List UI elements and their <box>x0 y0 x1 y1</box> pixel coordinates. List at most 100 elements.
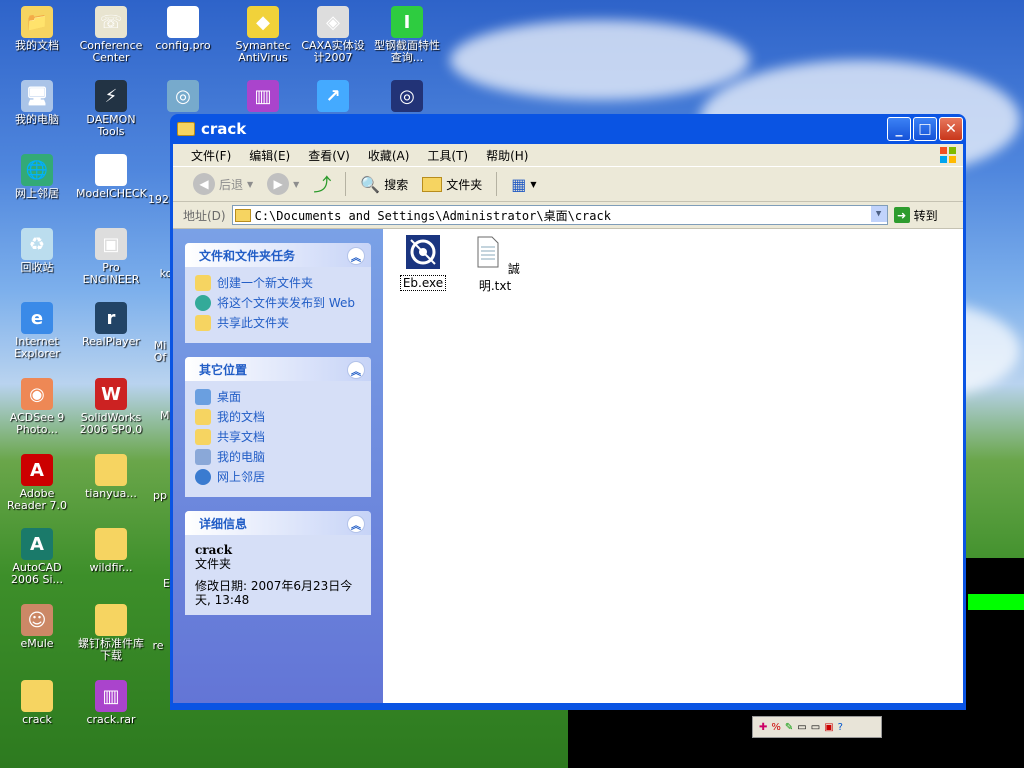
app-icon: ◉ <box>21 378 53 410</box>
desktop-icon-4[interactable]: ◈ CAXA实体设计2007 <box>298 6 368 64</box>
globe-icon <box>195 295 211 311</box>
desktop-icon-label: tianyua... <box>85 487 137 500</box>
desktop-icon-17[interactable]: r RealPlayer <box>76 302 146 348</box>
collapse-icon[interactable]: ︽ <box>347 247 365 265</box>
help-icon[interactable]: ? <box>838 722 843 733</box>
tool-icon[interactable]: ✚ <box>759 722 767 733</box>
go-button[interactable]: ➜ 转到 <box>893 207 938 224</box>
file-item[interactable]: 誠明.txt <box>459 235 531 294</box>
desktop-partial-label-text: pp <box>153 489 167 502</box>
desktop-icon-6[interactable]: 🖥 我的电脑 <box>2 80 72 126</box>
folders-button[interactable]: 文件夹 <box>418 171 486 197</box>
app-icon: I <box>391 6 423 38</box>
title-bar[interactable]: crack _ □ ✕ <box>173 114 963 144</box>
desktop-icon-23[interactable]: wildfir... <box>76 528 146 574</box>
place-shared-documents[interactable]: 共享文档 <box>195 429 361 445</box>
desktop-icon-11[interactable]: ◎ <box>372 80 442 114</box>
collapse-icon[interactable]: ︽ <box>347 361 365 379</box>
desktop-icon-label: DAEMON Tools <box>86 113 136 138</box>
menu-edit[interactable]: 编辑(E) <box>249 147 290 164</box>
maximize-button[interactable]: □ <box>913 117 937 141</box>
window-title: crack <box>201 120 247 138</box>
desktop-icon-24[interactable]: ☺ eMule <box>2 604 72 650</box>
desktop-icon-22[interactable]: A AutoCAD 2006 Si... <box>2 528 72 586</box>
desktop-icon-18[interactable]: ◉ ACDSee 9 Photo... <box>2 378 72 436</box>
desktop-partial-label-text: re <box>152 639 164 652</box>
new-folder-link[interactable]: 创建一个新文件夹 <box>195 275 361 291</box>
explorer-window[interactable]: crack _ □ ✕ 文件(F) 编辑(E) 查看(V) 收藏(A) 工具(T… <box>170 114 966 710</box>
desktop-icon-label: SolidWorks 2006 SP0.0 <box>79 411 143 436</box>
tool-icon[interactable]: ▣ <box>824 722 833 733</box>
desktop-icon-label: 螺钉标准件库下载 <box>78 637 144 662</box>
views-button[interactable]: ▦ ▼ <box>507 171 540 197</box>
publish-web-link[interactable]: 将这个文件夹发布到 Web <box>195 295 361 311</box>
forward-arrow-icon: ▶ <box>267 173 290 195</box>
collapse-icon[interactable]: ︽ <box>347 515 365 533</box>
desktop-partial-label: 192 <box>148 194 169 206</box>
minimize-button[interactable]: _ <box>887 117 911 141</box>
desktop-icon-20[interactable]: A Adobe Reader 7.0 <box>2 454 72 512</box>
desktop-icon-label: Symantec AntiVirus <box>235 39 291 64</box>
share-folder-link[interactable]: 共享此文件夹 <box>195 315 361 331</box>
desktop-icon-7[interactable]: ⚡ DAEMON Tools <box>76 80 146 138</box>
close-button[interactable]: ✕ <box>939 117 963 141</box>
desktop-icon-9[interactable]: ▥ <box>228 80 298 114</box>
desktop-icon-26[interactable]: crack <box>2 680 72 726</box>
file-name: Eb.exe <box>399 275 447 291</box>
desktop-icon-21[interactable]: tianyua... <box>76 454 146 500</box>
app-icon: ↗ <box>317 80 349 112</box>
file-item[interactable]: Eb.exe <box>387 235 459 291</box>
file-list[interactable]: Eb.exe 誠明.txt <box>383 229 963 703</box>
chevron-down-icon[interactable]: ▼ <box>293 180 299 189</box>
up-folder-button[interactable]: ⤴ <box>309 171 335 197</box>
desktop-icon-label: CAXA实体设计2007 <box>301 39 365 64</box>
forward-button[interactable]: ▶ ▼ <box>263 171 303 197</box>
desktop-icon-5[interactable]: I 型钢截面特性查询... <box>372 6 442 64</box>
tool-icon[interactable]: ▭ <box>797 722 806 733</box>
menu-help[interactable]: 帮助(H) <box>486 147 528 164</box>
desktop-icon-19[interactable]: W SolidWorks 2006 SP0.0 <box>76 378 146 436</box>
menu-favorites[interactable]: 收藏(A) <box>368 147 410 164</box>
desktop-icon-15[interactable]: ▣ Pro ENGINEER <box>76 228 146 286</box>
place-desktop[interactable]: 桌面 <box>195 389 361 405</box>
tool-icon[interactable]: % <box>771 722 781 733</box>
desktop-icon-25[interactable]: 螺钉标准件库下载 <box>76 604 146 662</box>
desktop-icon-label: ACDSee 9 Photo... <box>9 411 65 436</box>
desktop-icon-10[interactable]: ↗ <box>298 80 368 114</box>
address-path: C:\Documents and Settings\Administrator\… <box>254 208 611 223</box>
folder-icon <box>177 122 195 136</box>
back-button[interactable]: ◀ 后退 ▼ <box>189 171 257 197</box>
address-input[interactable]: C:\Documents and Settings\Administrator\… <box>231 205 888 225</box>
chevron-down-icon[interactable]: ▼ <box>870 206 887 222</box>
places-panel-header[interactable]: 其它位置 ︽ <box>185 357 371 381</box>
desktop-partial-label: re <box>148 640 168 652</box>
folder-icon <box>234 208 251 222</box>
details-panel-header[interactable]: 详细信息 ︽ <box>185 511 371 535</box>
search-button[interactable]: 🔍 搜索 <box>356 171 412 197</box>
desktop-icon-label: config.pro <box>155 39 211 52</box>
menu-file[interactable]: 文件(F) <box>191 147 231 164</box>
floating-toolbar[interactable]: ✚ % ✎ ▭ ▭ ▣ ? <box>752 716 882 738</box>
toolbar: ◀ 后退 ▼ ▶ ▼ ⤴ 🔍 搜索 文件夹 ▦ ▼ <box>173 166 963 202</box>
desktop-icon-16[interactable]: e Internet Explorer <box>2 302 72 360</box>
menu-tools[interactable]: 工具(T) <box>427 147 468 164</box>
place-my-computer[interactable]: 我的电脑 <box>195 449 361 465</box>
menu-view[interactable]: 查看(V) <box>308 147 350 164</box>
tool-icon[interactable]: ▭ <box>811 722 820 733</box>
tool-icon[interactable]: ✎ <box>785 722 793 733</box>
app-icon: ◈ <box>317 6 349 38</box>
desktop-icon-0[interactable]: 📁 我的文档 <box>2 6 72 52</box>
place-network[interactable]: 网上邻居 <box>195 469 361 485</box>
desktop-icon-2[interactable]: ◧ config.pro <box>148 6 218 52</box>
desktop-icon-27[interactable]: ▥ crack.rar <box>76 680 146 726</box>
desktop-icon-label: Conference Center <box>79 39 143 64</box>
desktop-icon-1[interactable]: ☏ Conference Center <box>76 6 146 64</box>
tasks-panel-header[interactable]: 文件和文件夹任务 ︽ <box>185 243 371 267</box>
desktop-icon-13[interactable]: ✔ ModelCHECK <box>76 154 147 200</box>
desktop-partial-label-text: Mi Of <box>153 339 167 364</box>
place-my-documents[interactable]: 我的文档 <box>195 409 361 425</box>
chevron-down-icon[interactable]: ▼ <box>247 180 253 189</box>
desktop-icon-12[interactable]: 🌐 网上邻居 <box>2 154 72 200</box>
desktop-icon-14[interactable]: ♻ 回收站 <box>2 228 72 274</box>
desktop-icon-3[interactable]: ◆ Symantec AntiVirus <box>228 6 298 64</box>
